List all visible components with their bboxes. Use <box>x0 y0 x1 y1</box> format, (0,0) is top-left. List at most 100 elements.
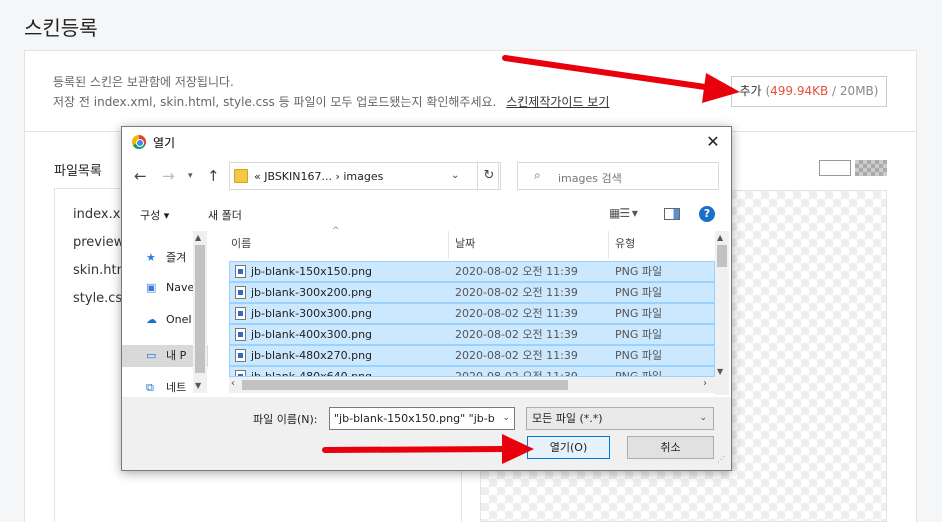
max-size: 20MB <box>839 84 874 98</box>
skin-register-page: 스킨등록 등록된 스킨은 보관함에 저장됩니다. 저장 전 index.xml,… <box>0 0 942 522</box>
drive-icon: ▣ <box>146 281 157 294</box>
folder-icon <box>234 169 248 183</box>
scroll-down-icon[interactable]: ▼ <box>717 367 723 376</box>
upload-info-box: 등록된 스킨은 보관함에 저장됩니다. 저장 전 index.xml, skin… <box>24 50 917 132</box>
file-date: 2020-08-02 오전 11:39 <box>455 286 578 299</box>
scrollbar-thumb[interactable] <box>242 380 568 390</box>
help-icon[interactable]: ? <box>699 206 715 222</box>
file-list-title: 파일목록 <box>54 164 102 179</box>
file-type: PNG 파일 <box>615 286 663 299</box>
file-name: jb-blank-480x270.png <box>251 349 373 362</box>
scroll-right-icon[interactable]: › <box>703 378 707 389</box>
upload-check-text: 저장 전 index.xml, skin.html, style.css 등 파… <box>53 95 497 109</box>
cancel-button[interactable]: 취소 <box>627 436 714 459</box>
file-row[interactable]: jb-blank-480x270.png 2020-08-02 오전 11:39 P… <box>229 345 715 366</box>
refresh-icon[interactable]: ↻ <box>477 162 501 190</box>
chevron-down-icon[interactable]: ⌄ <box>502 408 510 429</box>
dialog-bottom-bar: 파일 이름(N): "jb-blank-150x150.png" "jb-b ⌄… <box>122 397 731 470</box>
address-path: « JBSKIN167... › images <box>254 170 384 183</box>
search-icon: ⌕ <box>534 168 541 182</box>
column-header-type[interactable]: 유형 <box>609 231 709 259</box>
nav-item-label: 즐겨 <box>166 251 187 264</box>
size-separator: / <box>832 84 837 98</box>
navigation-scrollbar[interactable]: ▲ ▼ <box>193 231 207 393</box>
view-options-icon[interactable]: ▦☰ ▾ <box>609 206 638 220</box>
image-file-icon <box>235 349 246 362</box>
file-row[interactable]: jb-blank-400x300.png 2020-08-02 오전 11:39 P… <box>229 324 715 345</box>
scroll-up-icon[interactable]: ▲ <box>717 233 723 242</box>
chevron-down-icon: ⌄ <box>699 413 707 423</box>
filename-value: "jb-blank-150x150.png" "jb-b <box>334 412 495 425</box>
column-header-name[interactable]: 이름 <box>229 231 449 259</box>
scroll-up-icon[interactable]: ▲ <box>195 233 201 242</box>
close-icon[interactable]: ✕ <box>702 131 724 153</box>
file-item[interactable]: preview. <box>73 235 127 250</box>
file-row[interactable]: jb-blank-300x200.png 2020-08-02 오전 11:39 P… <box>229 282 715 303</box>
file-date: 2020-08-02 오전 11:39 <box>455 370 578 377</box>
chevron-down-icon[interactable]: ⌄ <box>451 170 459 181</box>
scroll-down-icon[interactable]: ▼ <box>195 381 201 390</box>
network-icon: ⧉ <box>146 381 154 394</box>
file-name: jb-blank-400x300.png <box>251 328 373 341</box>
add-label: 추가 <box>739 84 762 98</box>
column-header-date[interactable]: 날짜 <box>449 231 609 259</box>
preview-pane-icon[interactable] <box>664 208 680 220</box>
dialog-title: 열기 <box>153 136 176 150</box>
file-date: 2020-08-02 오전 11:39 <box>455 265 578 278</box>
file-date: 2020-08-02 오전 11:39 <box>455 307 578 320</box>
file-pane: ^ 이름 날짜 유형 jb-blank-150x150.png 2020-08-0… <box>229 226 727 395</box>
image-file-icon <box>235 286 246 299</box>
open-button[interactable]: 열기(O) <box>527 436 610 459</box>
chrome-icon <box>132 135 146 149</box>
file-type: PNG 파일 <box>615 265 663 278</box>
cloud-icon: ☁ <box>146 313 157 326</box>
file-date: 2020-08-02 오전 11:39 <box>455 328 578 341</box>
file-type: PNG 파일 <box>615 370 663 377</box>
dialog-titlebar: 열기 ✕ <box>122 127 731 157</box>
scrollbar-thumb[interactable] <box>195 245 205 373</box>
file-type-filter[interactable]: 모든 파일 (*.*) ⌄ <box>526 407 714 430</box>
address-bar[interactable]: « JBSKIN167... › images ⌄ <box>229 162 499 190</box>
file-type: PNG 파일 <box>615 328 663 341</box>
upload-check-notice: 저장 전 index.xml, skin.html, style.css 등 파… <box>53 93 609 110</box>
back-arrow-icon[interactable]: ← <box>134 167 147 185</box>
computer-icon: ▭ <box>146 349 157 362</box>
new-folder-button[interactable]: 새 폴더 <box>208 207 242 223</box>
file-name: jb-blank-300x300.png <box>251 307 373 320</box>
resize-grip-icon[interactable]: ⋰ <box>717 455 725 464</box>
file-name: jb-blank-300x200.png <box>251 286 373 299</box>
image-file-icon <box>235 328 246 341</box>
paren-close: ) <box>873 84 879 98</box>
nav-item-label: 내 P <box>166 349 187 362</box>
file-row[interactable]: jb-blank-150x150.png 2020-08-02 오전 11:39 P… <box>229 261 715 282</box>
filename-label: 파일 이름(N): <box>253 413 318 426</box>
up-arrow-icon[interactable]: ↑ <box>207 167 220 185</box>
image-file-icon <box>235 265 246 278</box>
filename-input[interactable]: "jb-blank-150x150.png" "jb-b ⌄ <box>329 407 515 430</box>
file-date: 2020-08-02 오전 11:39 <box>455 349 578 362</box>
image-file-icon <box>235 307 246 320</box>
filter-value: 모든 파일 (*.*) <box>532 412 603 425</box>
scroll-left-icon[interactable]: ‹ <box>231 378 235 389</box>
file-name: jb-blank-150x150.png <box>251 265 373 278</box>
forward-arrow-icon[interactable]: → <box>162 167 175 185</box>
organize-button[interactable]: 구성 ▾ <box>140 207 169 223</box>
file-type: PNG 파일 <box>615 349 663 362</box>
file-type: PNG 파일 <box>615 307 663 320</box>
file-row[interactable]: jb-blank-480x640.png 2020-08-02 오전 11:39 P… <box>229 366 715 377</box>
add-file-button[interactable]: 추가 (499.94KB / 20MB) <box>731 76 887 107</box>
white-background-toggle[interactable] <box>819 160 851 176</box>
skin-guide-link[interactable]: 스킨제작가이드 보기 <box>506 95 609 109</box>
transparent-background-toggle[interactable] <box>855 160 887 176</box>
file-name: jb-blank-480x640.png <box>251 370 373 377</box>
file-pane-horizontal-scrollbar[interactable]: ‹ › <box>229 377 715 393</box>
nav-item-label: 네트 <box>166 381 187 394</box>
file-row[interactable]: jb-blank-300x300.png 2020-08-02 오전 11:39 P… <box>229 303 715 324</box>
star-icon: ★ <box>146 251 156 264</box>
dialog-navbar: ← → ▾ ↑ « JBSKIN167... › images ⌄ ↻ ⌕ im… <box>122 157 731 195</box>
scrollbar-thumb[interactable] <box>717 245 727 267</box>
file-pane-vertical-scrollbar[interactable]: ▲ ▼ <box>715 231 729 395</box>
page-title: 스킨등록 <box>24 16 98 40</box>
recent-locations-dropdown-icon[interactable]: ▾ <box>188 171 193 181</box>
search-input[interactable]: ⌕ images 검색 <box>517 162 719 190</box>
